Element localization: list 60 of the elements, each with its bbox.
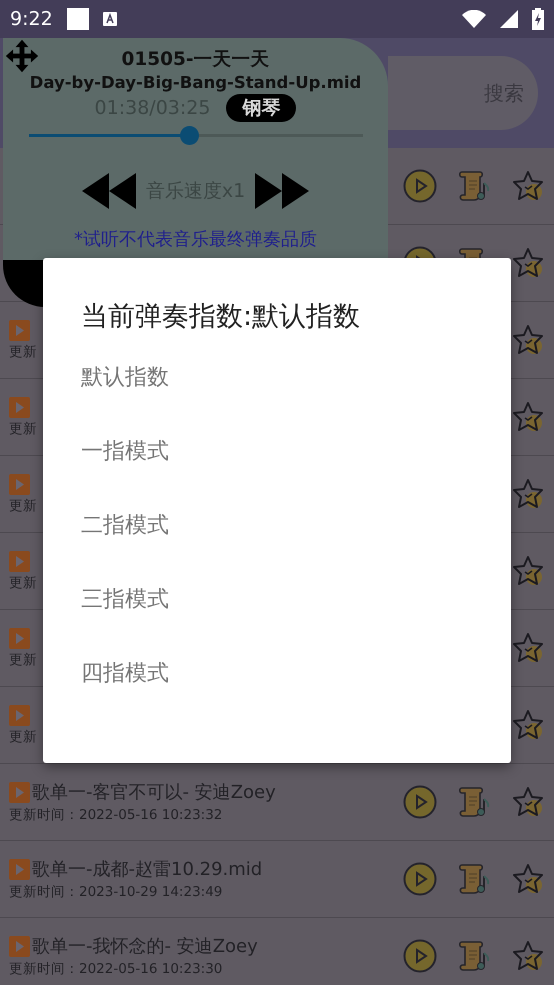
- wifi-icon: [462, 10, 486, 28]
- star-icon[interactable]: [511, 939, 545, 973]
- file-name: Day-by-Day-Big-Bang-Stand-Up.mid: [30, 73, 362, 92]
- slider-thumb[interactable]: [180, 126, 199, 145]
- update-time: 更新: [9, 420, 38, 438]
- update-time: 更新时间：2022-05-16 10:23:32: [9, 806, 224, 824]
- play-square-icon: [9, 628, 30, 648]
- play-square-icon: [9, 704, 30, 726]
- star-icon[interactable]: [511, 631, 545, 665]
- update-time: 更新时间：2022-05-16 10:23:30: [9, 960, 224, 978]
- status-time: 9:22: [10, 8, 53, 30]
- sheet-music-icon[interactable]: [457, 939, 491, 973]
- sheet-music-icon[interactable]: [457, 785, 491, 819]
- play-icon[interactable]: [403, 169, 437, 203]
- notification-square-icon: [66, 8, 89, 30]
- dialog-option[interactable]: 四指模式: [81, 660, 169, 734]
- sheet-music-icon[interactable]: [457, 169, 491, 203]
- update-time: 更新: [9, 574, 38, 592]
- star-icon[interactable]: [511, 785, 545, 819]
- battery-icon: [532, 8, 544, 30]
- signal-icon: [500, 10, 518, 28]
- star-icon[interactable]: [511, 708, 545, 742]
- dialog-option[interactable]: 一指模式: [81, 438, 169, 512]
- star-icon[interactable]: [511, 862, 545, 896]
- play-square-icon: [9, 936, 30, 956]
- play-square-icon: [9, 858, 30, 880]
- song-title: 歌单一-客官不可以- 安迪Zoey: [32, 781, 276, 804]
- play-square-icon: [9, 474, 30, 494]
- update-time: 更新: [9, 342, 38, 360]
- dialog-option[interactable]: 默认指数: [81, 364, 169, 438]
- play-icon[interactable]: [403, 785, 437, 819]
- fast-forward-icon[interactable]: [255, 173, 310, 209]
- star-icon[interactable]: [511, 477, 545, 511]
- rewind-icon[interactable]: [82, 173, 136, 209]
- star-icon[interactable]: [511, 323, 545, 357]
- instrument-badge[interactable]: 钢琴: [226, 94, 296, 122]
- update-time: 更新: [9, 728, 38, 746]
- star-icon[interactable]: [511, 169, 545, 203]
- update-time: 更新: [9, 650, 38, 668]
- play-square-icon: [9, 550, 30, 572]
- star-icon[interactable]: [511, 554, 545, 588]
- dialog-option[interactable]: 三指模式: [81, 586, 169, 660]
- move-icon[interactable]: [5, 39, 39, 73]
- play-icon[interactable]: [403, 862, 437, 896]
- song-title: 歌单一-成都-赵雷10.29.mid: [32, 858, 262, 881]
- play-square-icon: [9, 320, 30, 340]
- update-time: 更新时间：2023-10-29 14:23:49: [9, 883, 224, 901]
- dialog-option[interactable]: 二指模式: [81, 512, 169, 586]
- preview-note: *试听不代表音乐最终弹奏品质: [74, 228, 317, 251]
- keyboard-notification-icon: [102, 12, 117, 26]
- star-icon[interactable]: [511, 400, 545, 434]
- play-square-icon: [9, 396, 30, 418]
- update-time: 更新: [9, 496, 38, 514]
- dialog-title: 当前弹奏指数:默认指数: [81, 300, 362, 334]
- play-square-icon: [9, 782, 30, 802]
- sheet-music-icon[interactable]: [457, 862, 491, 896]
- play-icon[interactable]: [403, 939, 437, 973]
- star-icon[interactable]: [511, 246, 545, 280]
- song-name: 01505-一天一天: [121, 48, 270, 71]
- song-title: 歌单一-我怀念的- 安迪Zoey: [32, 935, 258, 958]
